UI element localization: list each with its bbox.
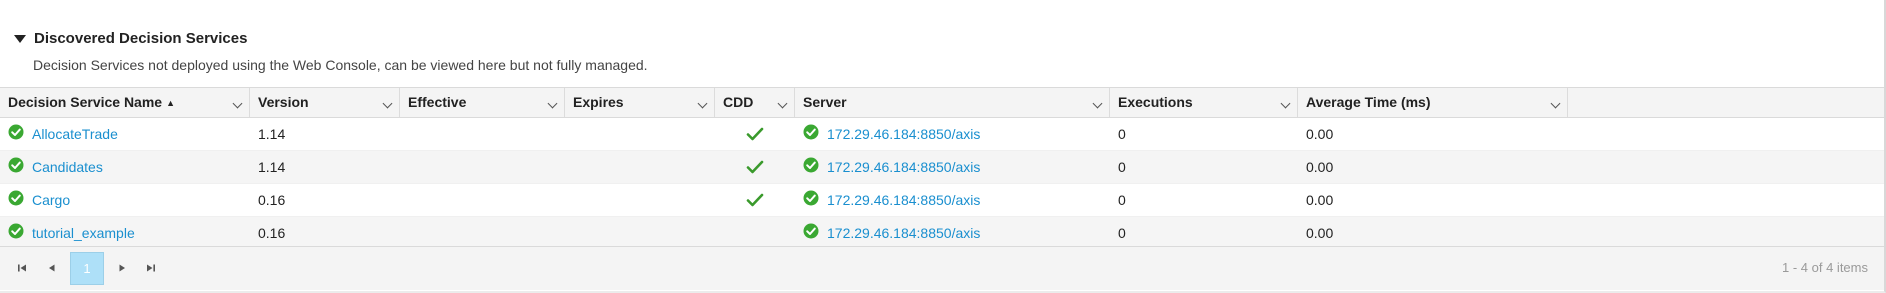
- decision-services-grid: Decision Service Name ▲ Version Effective…: [0, 87, 1884, 250]
- column-header-label: Version: [258, 94, 309, 110]
- cell-version: 0.16: [258, 225, 286, 241]
- column-header-label: Average Time (ms): [1306, 94, 1431, 110]
- column-menu-chevron-icon[interactable]: [232, 98, 243, 109]
- column-header-server[interactable]: Server: [795, 88, 1110, 117]
- table-row[interactable]: Cargo 0.16 172.29.46.184:8850/axis 0 0.00: [0, 184, 1884, 217]
- column-menu-chevron-icon[interactable]: [697, 98, 708, 109]
- cell-cdd: [715, 118, 795, 150]
- section-description: Decision Services not deployed using the…: [33, 57, 648, 73]
- server-status-ok-icon: [803, 124, 819, 140]
- column-header-average-time[interactable]: Average Time (ms): [1298, 88, 1568, 117]
- server-link[interactable]: 172.29.46.184:8850/axis: [827, 151, 980, 183]
- column-header-label: Decision Service Name: [8, 94, 163, 110]
- cell-server: 172.29.46.184:8850/axis: [795, 151, 1110, 183]
- page-button-current[interactable]: 1: [70, 252, 104, 285]
- cell-effective: [400, 151, 565, 183]
- next-page-icon[interactable]: [115, 261, 129, 275]
- status-ok-icon: [8, 223, 24, 239]
- column-menu-chevron-icon[interactable]: [777, 98, 788, 109]
- column-menu-chevron-icon[interactable]: [547, 98, 558, 109]
- column-menu-chevron-icon[interactable]: [382, 98, 393, 109]
- status-ok-icon: [8, 190, 24, 206]
- server-link[interactable]: 172.29.46.184:8850/axis: [827, 118, 980, 150]
- status-ok-icon: [8, 124, 24, 140]
- decision-service-link[interactable]: tutorial_example: [32, 217, 135, 249]
- server-link[interactable]: 172.29.46.184:8850/axis: [827, 184, 980, 216]
- column-header-name[interactable]: Decision Service Name ▲: [0, 88, 250, 117]
- table-row[interactable]: Candidates 1.14 172.29.46.184:8850/axis 0 0.…: [0, 151, 1884, 184]
- status-ok-icon: [8, 157, 24, 173]
- section-title: Discovered Decision Services: [34, 30, 248, 47]
- cell-expires: [565, 184, 715, 216]
- pager-info: 1 - 4 of 4 items: [1782, 260, 1868, 275]
- cdd-check-icon: [746, 193, 764, 207]
- cdd-check-icon: [746, 127, 764, 141]
- cell-server: 172.29.46.184:8850/axis: [795, 118, 1110, 150]
- column-header-label: Executions: [1118, 94, 1193, 110]
- cell-effective: [400, 184, 565, 216]
- cell-effective: [400, 217, 565, 249]
- column-menu-chevron-icon[interactable]: [1550, 98, 1561, 109]
- column-menu-chevron-icon[interactable]: [1280, 98, 1291, 109]
- sort-ascending-icon: ▲: [166, 98, 176, 108]
- cell-average-time: 0.00: [1306, 159, 1334, 175]
- decision-service-link[interactable]: Cargo: [32, 184, 70, 216]
- cell-average-time: 0.00: [1306, 225, 1334, 241]
- cell-name: Candidates: [0, 151, 250, 183]
- column-header-effective[interactable]: Effective: [400, 88, 565, 117]
- cell-cdd: [715, 217, 795, 249]
- cell-executions: 0: [1118, 159, 1126, 175]
- column-header-label: Effective: [408, 94, 467, 110]
- decision-service-link[interactable]: Candidates: [32, 151, 103, 183]
- previous-page-icon[interactable]: [45, 261, 59, 275]
- discovered-services-panel: Discovered Decision Services Decision Se…: [0, 0, 1886, 293]
- first-page-icon[interactable]: [15, 261, 29, 275]
- cell-server: 172.29.46.184:8850/axis: [795, 217, 1110, 249]
- cell-expires: [565, 151, 715, 183]
- section-toggle[interactable]: Discovered Decision Services: [14, 30, 247, 47]
- server-status-ok-icon: [803, 223, 819, 239]
- cell-name: AllocateTrade: [0, 118, 250, 150]
- cell-executions: 0: [1118, 126, 1126, 142]
- column-header-executions[interactable]: Executions: [1110, 88, 1298, 117]
- cell-name: tutorial_example: [0, 217, 250, 249]
- cell-expires: [565, 217, 715, 249]
- cell-average-time: 0.00: [1306, 192, 1334, 208]
- cdd-check-icon: [746, 160, 764, 174]
- last-page-icon[interactable]: [144, 261, 158, 275]
- column-header-version[interactable]: Version: [250, 88, 400, 117]
- column-header-cdd[interactable]: CDD: [715, 88, 795, 117]
- cell-server: 172.29.46.184:8850/axis: [795, 184, 1110, 216]
- cell-cdd: [715, 184, 795, 216]
- column-header-label: CDD: [723, 94, 754, 110]
- column-header-label: Expires: [573, 94, 624, 110]
- cell-version: 0.16: [258, 192, 286, 208]
- server-link[interactable]: 172.29.46.184:8850/axis: [827, 217, 980, 249]
- column-header-expires[interactable]: Expires: [565, 88, 715, 117]
- grid-body: AllocateTrade 1.14 172.29.46.184:8850/axis…: [0, 118, 1884, 250]
- cell-name: Cargo: [0, 184, 250, 216]
- column-header-label: Server: [803, 94, 847, 110]
- grid-header: Decision Service Name ▲ Version Effective…: [0, 87, 1884, 118]
- table-row[interactable]: AllocateTrade 1.14 172.29.46.184:8850/axis…: [0, 118, 1884, 151]
- collapse-caret-icon[interactable]: [14, 35, 26, 43]
- column-menu-chevron-icon[interactable]: [1092, 98, 1103, 109]
- cell-executions: 0: [1118, 192, 1126, 208]
- cell-effective: [400, 118, 565, 150]
- pager: 1 1 - 4 of 4 items: [0, 246, 1884, 290]
- cell-cdd: [715, 151, 795, 183]
- server-status-ok-icon: [803, 157, 819, 173]
- cell-expires: [565, 118, 715, 150]
- cell-version: 1.14: [258, 126, 286, 142]
- cell-executions: 0: [1118, 225, 1126, 241]
- cell-version: 1.14: [258, 159, 286, 175]
- server-status-ok-icon: [803, 190, 819, 206]
- cell-average-time: 0.00: [1306, 126, 1334, 142]
- decision-service-link[interactable]: AllocateTrade: [32, 118, 118, 150]
